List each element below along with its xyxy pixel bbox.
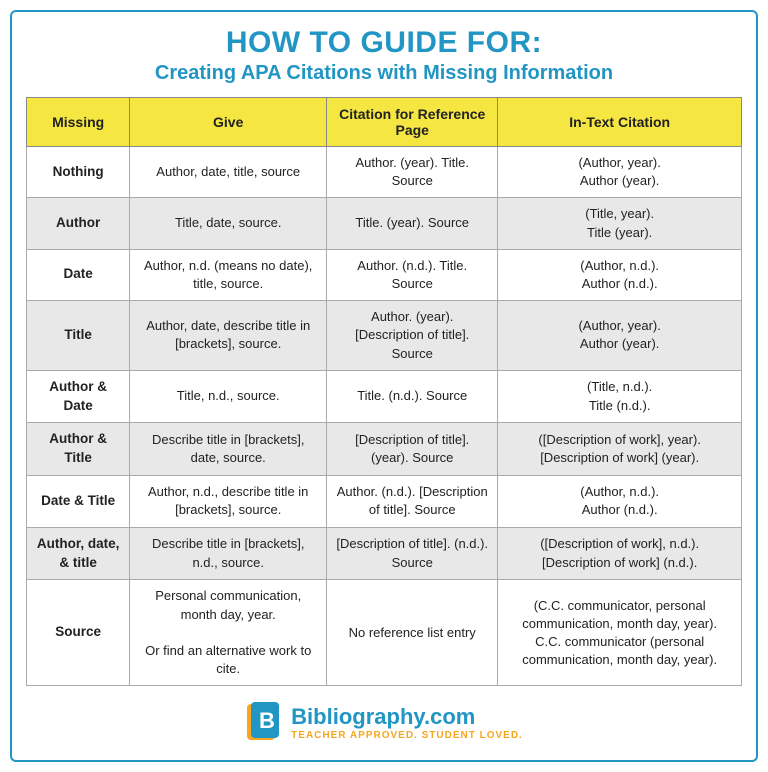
col-citation: Citation for Reference Page xyxy=(327,98,498,147)
footer-site: Bibliography.com xyxy=(291,704,475,730)
cell-intext: (Author, year). Author (year). xyxy=(498,147,742,198)
cell-give: Describe title in [brackets], date, sour… xyxy=(130,423,327,476)
cell-citation: Title. (n.d.). Source xyxy=(327,370,498,423)
cell-missing: Author & Title xyxy=(27,423,130,476)
table-row: DateAuthor, n.d. (means no date), title,… xyxy=(27,249,742,300)
table-row: Author & DateTitle, n.d., source.Title. … xyxy=(27,370,742,423)
cell-intext: (Author, n.d.). Author (n.d.). xyxy=(498,249,742,300)
col-give: Give xyxy=(130,98,327,147)
cell-citation: [Description of title]. (n.d.). Source xyxy=(327,527,498,580)
sub-title: Creating APA Citations with Missing Info… xyxy=(26,62,742,85)
cell-citation: [Description of title]. (year). Source xyxy=(327,423,498,476)
cell-intext: ([Description of work], n.d.). [Descript… xyxy=(498,527,742,580)
table-row: Date & TitleAuthor, n.d., describe title… xyxy=(27,476,742,527)
cell-missing: Author xyxy=(27,198,130,249)
cell-give: Title, n.d., source. xyxy=(130,370,327,423)
cell-missing: Nothing xyxy=(27,147,130,198)
cell-intext: (Title, year). Title (year). xyxy=(498,198,742,249)
cell-give: Describe title in [brackets], n.d., sour… xyxy=(130,527,327,580)
cell-citation: Title. (year). Source xyxy=(327,198,498,249)
cell-give: Personal communication, month day, year.… xyxy=(130,580,327,686)
col-missing: Missing xyxy=(27,98,130,147)
cell-citation: Author. (year). [Description of title]. … xyxy=(327,301,498,371)
svg-text:B: B xyxy=(259,708,275,733)
table-header-row: Missing Give Citation for Reference Page… xyxy=(27,98,742,147)
apa-table: Missing Give Citation for Reference Page… xyxy=(26,97,742,686)
table-row: Author & TitleDescribe title in [bracket… xyxy=(27,423,742,476)
cell-intext: (Title, n.d.). Title (n.d.). xyxy=(498,370,742,423)
bibliography-logo-icon: B xyxy=(245,700,283,744)
cell-intext: ([Description of work], year). [Descript… xyxy=(498,423,742,476)
cell-missing: Author & Date xyxy=(27,370,130,423)
main-container: HOW TO GUIDE FOR: Creating APA Citations… xyxy=(10,10,758,762)
footer-tagline: TEACHER APPROVED. STUDENT LOVED. xyxy=(291,730,523,741)
cell-missing: Date & Title xyxy=(27,476,130,527)
cell-missing: Date xyxy=(27,249,130,300)
table-row: TitleAuthor, date, describe title in [br… xyxy=(27,301,742,371)
cell-missing: Title xyxy=(27,301,130,371)
footer-text: Bibliography.com TEACHER APPROVED. STUDE… xyxy=(291,704,523,741)
cell-intext: (C.C. communicator, personal communicati… xyxy=(498,580,742,686)
cell-give: Title, date, source. xyxy=(130,198,327,249)
cell-citation: Author. (n.d.). Title. Source xyxy=(327,249,498,300)
cell-intext: (Author, year). Author (year). xyxy=(498,301,742,371)
table-row: NothingAuthor, date, title, sourceAuthor… xyxy=(27,147,742,198)
table-row: SourcePersonal communication, month day,… xyxy=(27,580,742,686)
cell-give: Author, date, describe title in [bracket… xyxy=(130,301,327,371)
cell-citation: No reference list entry xyxy=(327,580,498,686)
col-intext: In-Text Citation xyxy=(498,98,742,147)
table-row: AuthorTitle, date, source.Title. (year).… xyxy=(27,198,742,249)
main-title: HOW TO GUIDE FOR: xyxy=(26,26,742,60)
cell-intext: (Author, n.d.). Author (n.d.). xyxy=(498,476,742,527)
cell-give: Author, n.d. (means no date), title, sou… xyxy=(130,249,327,300)
cell-give: Author, n.d., describe title in [bracket… xyxy=(130,476,327,527)
cell-citation: Author. (n.d.). [Description of title]. … xyxy=(327,476,498,527)
cell-give: Author, date, title, source xyxy=(130,147,327,198)
table-row: Author, date, & titleDescribe title in [… xyxy=(27,527,742,580)
footer: B Bibliography.com TEACHER APPROVED. STU… xyxy=(26,700,742,744)
cell-citation: Author. (year). Title. Source xyxy=(327,147,498,198)
cell-missing: Source xyxy=(27,580,130,686)
cell-missing: Author, date, & title xyxy=(27,527,130,580)
